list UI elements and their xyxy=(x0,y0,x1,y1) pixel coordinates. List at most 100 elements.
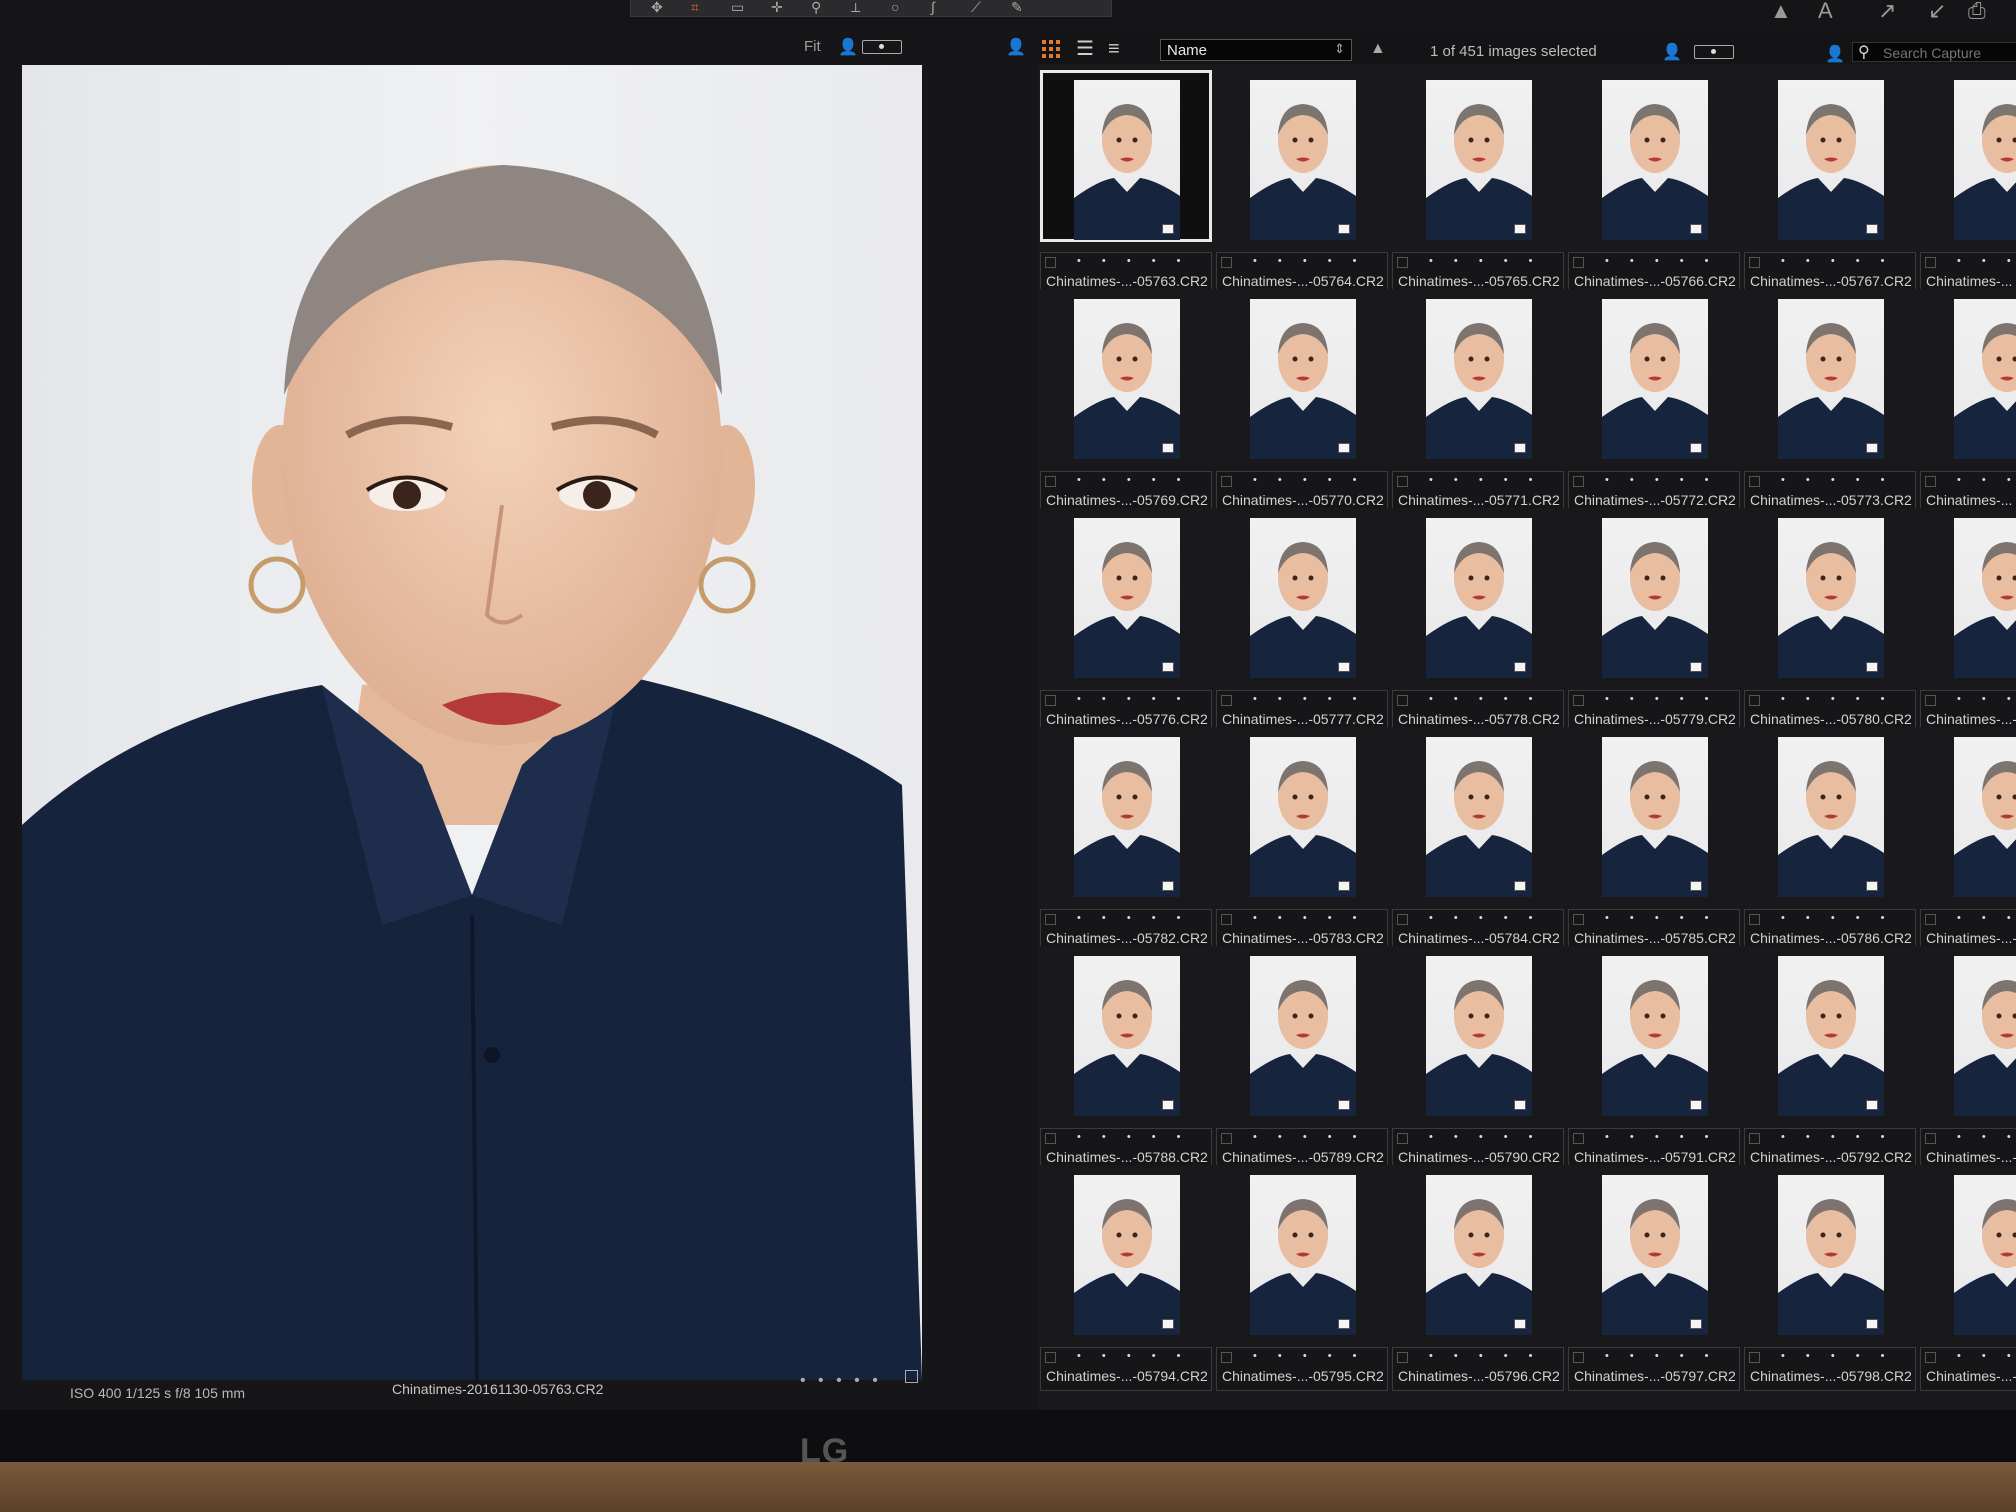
select-checkbox[interactable] xyxy=(1925,1352,1936,1363)
thumbnail-cell[interactable]: • • • • • Chinatimes-...-05773.CR2 xyxy=(1744,283,1916,515)
sort-direction-icon[interactable]: ▲ xyxy=(1370,40,1386,58)
select-checkbox[interactable] xyxy=(1925,695,1936,706)
thumbnail-frame[interactable] xyxy=(1040,508,1212,680)
select-checkbox[interactable] xyxy=(1573,476,1584,487)
select-checkbox[interactable] xyxy=(1221,1352,1232,1363)
rating-dots[interactable]: • • • • • xyxy=(1253,693,1365,705)
rating-dots[interactable]: • • • • • xyxy=(1605,912,1717,924)
thumbnail-cell[interactable]: • • • • • Chinatimes-...-05778.CR2 xyxy=(1392,502,1564,734)
thumbnail-cell[interactable]: • • • • • Chinatimes-...-05769.CR2 xyxy=(1040,283,1212,515)
select-checkbox[interactable] xyxy=(1397,1352,1408,1363)
thumbnail-cell[interactable]: • • • • • Chinatimes-...-05783.CR2 xyxy=(1216,721,1388,953)
thumbnail-image[interactable] xyxy=(1074,1175,1180,1335)
rating-dots[interactable]: • • • • • xyxy=(1957,1131,2016,1143)
rating-dots[interactable]: • • • • • xyxy=(1781,474,1893,486)
person-icon[interactable]: 👤 xyxy=(838,37,858,57)
thumbnail-cell[interactable]: • • • • • Chinatimes-...-05782.CR2 xyxy=(1040,721,1212,953)
thumbnail-frame[interactable] xyxy=(1920,1165,2016,1337)
thumbnail-frame[interactable] xyxy=(1568,946,1740,1118)
select-checkbox[interactable] xyxy=(1045,1352,1056,1363)
thumbnail-frame[interactable] xyxy=(1568,289,1740,461)
thumbnail-frame[interactable] xyxy=(1920,508,2016,680)
rating-dots[interactable]: • • • • • xyxy=(1429,1350,1541,1362)
thumbnail-image[interactable] xyxy=(1954,80,2016,240)
gradient-tool-icon[interactable]: ⟋ xyxy=(971,0,981,14)
rating-dots[interactable]: • • • • • xyxy=(1781,1131,1893,1143)
thumbnail-frame[interactable] xyxy=(1216,70,1388,242)
search-input[interactable] xyxy=(1852,42,2016,62)
rating-dots[interactable]: • • • • • xyxy=(1605,693,1717,705)
thumbnail-cell[interactable]: • • • • • Chinatimes-...-05777.CR2 xyxy=(1216,502,1388,734)
rating-dots[interactable]: • • • • • xyxy=(1253,912,1365,924)
select-checkbox[interactable] xyxy=(1045,695,1056,706)
rating-dots[interactable]: • • • • • xyxy=(1605,255,1717,267)
thumbnail-frame[interactable] xyxy=(1744,289,1916,461)
thumbnail-image[interactable] xyxy=(1778,518,1884,678)
thumbnail-image[interactable] xyxy=(1250,299,1356,459)
thumbnail-frame[interactable] xyxy=(1744,508,1916,680)
rating-dots[interactable]: • • • • • xyxy=(1605,474,1717,486)
rating-dots[interactable]: • • • • • xyxy=(1781,693,1893,705)
person-icon[interactable]: 👤 xyxy=(1006,37,1026,57)
thumbnail-frame[interactable] xyxy=(1040,1165,1212,1337)
rating-dots[interactable]: • • • • • xyxy=(1781,1350,1893,1362)
thumbnail-image[interactable] xyxy=(1602,80,1708,240)
rating-dots[interactable]: • • • • • xyxy=(1781,912,1893,924)
thumbnail-image[interactable] xyxy=(1426,956,1532,1116)
thumbnail-cell[interactable]: • • • • •Chinatimes-... xyxy=(1920,283,2016,515)
filmstrip-view-icon[interactable]: ≡ xyxy=(1108,39,1120,59)
grid-view-icon[interactable] xyxy=(1042,40,1060,58)
person-icon[interactable]: 👤 xyxy=(1662,42,1682,62)
select-checkbox[interactable] xyxy=(1397,914,1408,925)
select-checkbox[interactable] xyxy=(1925,476,1936,487)
thumbnail-image[interactable] xyxy=(1426,518,1532,678)
thumbnail-frame[interactable] xyxy=(1392,727,1564,899)
thumbnail-frame[interactable] xyxy=(1568,727,1740,899)
thumbnail-frame[interactable] xyxy=(1744,70,1916,242)
arrow-down-icon[interactable]: ↙ xyxy=(1928,0,1946,24)
thumbnail-frame[interactable] xyxy=(1040,946,1212,1118)
thumbnail-cell[interactable]: • • • • • Chinatimes-...-05765.CR2 xyxy=(1392,64,1564,296)
thumbnail-cell[interactable]: • • • • • Chinatimes-...-05798.CR2 xyxy=(1744,1159,1916,1391)
thumbnail-image[interactable] xyxy=(1074,737,1180,897)
rating-dots[interactable]: • • • • • xyxy=(1429,1131,1541,1143)
thumbnail-image[interactable] xyxy=(1778,80,1884,240)
search-icon[interactable]: ⚲ xyxy=(1858,42,1870,62)
rating-dots[interactable]: • • • • • xyxy=(1077,474,1189,486)
rating-dots[interactable]: • • • • • xyxy=(1781,255,1893,267)
zoom-slider[interactable] xyxy=(862,40,902,54)
thumbnail-frame[interactable] xyxy=(1216,946,1388,1118)
thumbnail-image[interactable] xyxy=(1602,1175,1708,1335)
select-checkbox[interactable] xyxy=(1573,914,1584,925)
select-checkbox[interactable] xyxy=(1045,257,1056,268)
thumbnail-cell[interactable]: • • • • • Chinatimes-...-05785.CR2 xyxy=(1568,721,1740,953)
thumbnail-cell[interactable]: • • • • • Chinatimes-...-05788.CR2 xyxy=(1040,940,1212,1172)
thumbnail-image[interactable] xyxy=(1954,518,2016,678)
thumbnail-cell[interactable]: • • • • • Chinatimes-...-05763.CR2 xyxy=(1040,64,1212,296)
rating-dots[interactable]: • • • • • xyxy=(1253,255,1365,267)
thumbnail-image[interactable] xyxy=(1778,299,1884,459)
thumbnail-cell[interactable]: • • • • • Chinatimes-...-05792.CR2 xyxy=(1744,940,1916,1172)
thumbnail-frame[interactable] xyxy=(1920,946,2016,1118)
thumbnail-cell[interactable]: • • • • • Chinatimes-...-0580 xyxy=(1920,1159,2016,1391)
rating-dots[interactable]: • • • • • xyxy=(1253,1350,1365,1362)
rating-dots[interactable]: • • • • • xyxy=(1957,693,2016,705)
select-checkbox[interactable] xyxy=(1573,257,1584,268)
brush-tool-icon[interactable]: ∫ xyxy=(931,0,935,14)
thumbnail-frame[interactable] xyxy=(1040,289,1212,461)
list-view-icon[interactable]: ☰ xyxy=(1076,39,1094,59)
thumbnail-image[interactable] xyxy=(1074,956,1180,1116)
thumbnail-image[interactable] xyxy=(1250,80,1356,240)
thumbnail-frame[interactable] xyxy=(1568,70,1740,242)
thumbnail-frame[interactable] xyxy=(1744,946,1916,1118)
thumbnail-frame[interactable] xyxy=(1392,289,1564,461)
rating-dots[interactable]: • • • • • xyxy=(1429,474,1541,486)
thumbnail-cell[interactable]: • • • • • Chinatimes-...-05789.CR2 xyxy=(1216,940,1388,1172)
rating-dots[interactable]: • • • • • xyxy=(1957,1350,2016,1362)
thumbnail-image[interactable] xyxy=(1602,518,1708,678)
thumbnail-image[interactable] xyxy=(1074,80,1180,240)
thumbnail-cell[interactable]: • • • • • Chinatimes-...-05786.CR2 xyxy=(1744,721,1916,953)
rating-dots[interactable]: • • • • • xyxy=(1605,1131,1717,1143)
thumbnail-cell[interactable]: • • • • • Chinatimes-...-05776.CR2 xyxy=(1040,502,1212,734)
select-checkbox[interactable] xyxy=(1573,1133,1584,1144)
